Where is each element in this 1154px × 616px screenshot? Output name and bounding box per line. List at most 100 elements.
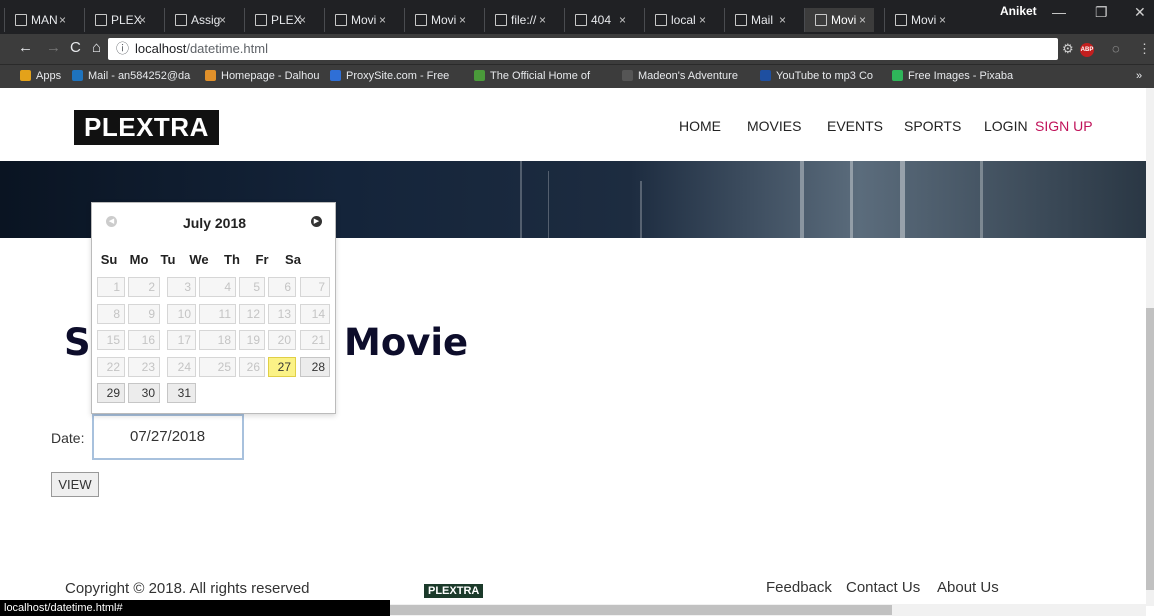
banner-detail [640, 181, 642, 238]
bookmark-proxysite[interactable]: ProxySite.com - Free [330, 70, 449, 82]
banner-detail [900, 161, 905, 238]
weekday-label: Tu [160, 252, 176, 267]
banner-detail [800, 161, 804, 238]
adblock-icon[interactable]: ABP [1080, 43, 1094, 57]
browser-tab[interactable]: MAN × [4, 8, 74, 32]
close-icon[interactable]: × [779, 8, 786, 32]
close-window-icon[interactable]: ✕ [1134, 4, 1146, 21]
datepicker-day: 15 [97, 330, 125, 350]
banner-detail [850, 161, 853, 238]
shield-icon [330, 70, 341, 81]
bookmark-homepage[interactable]: Homepage - Dalhou [205, 70, 319, 82]
bookmark-apps[interactable]: Apps [20, 70, 61, 82]
datepicker-day: 4 [199, 277, 236, 297]
reload-icon[interactable]: C [70, 39, 81, 56]
close-icon[interactable]: × [219, 8, 226, 32]
info-icon[interactable]: ⓘ [116, 41, 129, 56]
page-icon [95, 14, 107, 26]
profile-name[interactable]: Aniket [1000, 4, 1037, 18]
bookmark-mail[interactable]: Mail - an584252@da [72, 70, 190, 82]
datepicker-day: 7 [300, 277, 330, 297]
nav-movies[interactable]: MOVIES [747, 118, 801, 134]
bookmark-star-icon[interactable]: ☆ [1040, 41, 1052, 57]
vertical-scrollbar-thumb[interactable] [1146, 308, 1154, 590]
browser-tab[interactable]: PLEX × [84, 8, 154, 32]
footer-contact-link[interactable]: Contact Us [846, 579, 920, 596]
pixabay-icon [892, 70, 903, 81]
translate-icon[interactable]: ⚙ [1062, 41, 1074, 57]
mail-icon [735, 14, 747, 26]
close-icon[interactable]: × [139, 8, 146, 32]
browser-tab[interactable]: PLEX × [244, 8, 314, 32]
datepicker-day: 20 [268, 330, 296, 350]
close-icon[interactable]: × [619, 8, 626, 32]
close-icon[interactable]: × [859, 8, 866, 32]
nav-home[interactable]: HOME [679, 118, 721, 134]
forward-icon[interactable]: → [46, 39, 61, 56]
bookmarks-overflow-icon[interactable]: » [1136, 70, 1142, 82]
browser-tab[interactable]: Movi × [884, 8, 954, 32]
footer-about-link[interactable]: About Us [937, 579, 999, 596]
next-month-icon[interactable]: ▶ [311, 216, 322, 227]
minimize-icon[interactable]: — [1052, 4, 1066, 20]
datepicker-day: 14 [300, 304, 330, 324]
page-content: PLEXTRA HOME MOVIES EVENTS SPORTS LOGIN … [0, 88, 1146, 598]
datepicker-day: 19 [239, 330, 265, 350]
nav-sports[interactable]: SPORTS [904, 118, 961, 134]
datepicker-day[interactable]: 28 [300, 357, 330, 377]
nav-signup[interactable]: SIGN UP [1035, 118, 1093, 134]
datepicker-day: 9 [128, 304, 160, 324]
close-icon[interactable]: × [379, 8, 386, 32]
page-icon [335, 14, 347, 26]
weekday-label: Sa [285, 252, 301, 267]
browser-tab[interactable]: Assig × [164, 8, 234, 32]
bookmark-pixabay[interactable]: Free Images - Pixaba [892, 70, 1013, 82]
url-host: localhost [135, 41, 187, 56]
datepicker-day[interactable]: 31 [167, 383, 196, 403]
page-icon [415, 14, 427, 26]
datepicker-day-selected[interactable]: 27 [268, 357, 296, 377]
bookmark-youtube-mp3[interactable]: YouTube to mp3 Co [760, 70, 873, 82]
extension-icon[interactable]: ◌ [1112, 41, 1120, 56]
nav-events[interactable]: EVENTS [827, 118, 883, 134]
datepicker-day: 22 [97, 357, 125, 377]
browser-tab[interactable]: file://× [484, 8, 554, 32]
url-input[interactable]: ⓘ localhost/datetime.html [108, 38, 1058, 60]
view-button[interactable]: VIEW [51, 472, 99, 497]
footer-feedback-link[interactable]: Feedback [766, 579, 832, 596]
nav-login[interactable]: LOGIN [984, 118, 1028, 134]
bookmark-official-home[interactable]: The Official Home of [474, 70, 590, 82]
site-icon [622, 70, 633, 81]
bookmark-madeon[interactable]: Madeon's Adventure [622, 70, 738, 82]
browser-tab[interactable]: local × [644, 8, 714, 32]
browser-tab[interactable]: Mail × [724, 8, 794, 32]
restore-icon[interactable]: ❐ [1095, 4, 1108, 21]
horizontal-scrollbar-thumb[interactable] [390, 605, 892, 615]
site-logo[interactable]: PLEXTRA [74, 110, 219, 145]
close-icon[interactable]: × [939, 8, 946, 32]
page-icon [655, 14, 667, 26]
footer-logo[interactable]: PLEXTRA [424, 584, 484, 598]
mail-icon [72, 70, 83, 81]
page-icon [15, 14, 27, 26]
banner-detail [548, 171, 549, 238]
datepicker-day: 25 [199, 357, 236, 377]
close-icon[interactable]: × [59, 8, 66, 32]
datepicker-day[interactable]: 30 [128, 383, 160, 403]
close-icon[interactable]: × [539, 8, 546, 32]
date-input[interactable]: 07/27/2018 [92, 414, 244, 460]
datepicker-day[interactable]: 29 [97, 383, 125, 403]
close-icon[interactable]: × [699, 8, 706, 32]
menu-icon[interactable]: ⋮ [1138, 41, 1151, 57]
home-icon[interactable]: ⌂ [92, 39, 101, 56]
close-icon[interactable]: × [299, 8, 306, 32]
page-heading-start: S [64, 321, 91, 364]
datepicker-day: 26 [239, 357, 265, 377]
close-icon[interactable]: × [459, 8, 466, 32]
status-bar-url: localhost/datetime.html# [0, 600, 390, 616]
back-icon[interactable]: ← [18, 39, 33, 56]
browser-tab-active[interactable]: Movi × [804, 8, 874, 32]
browser-tab[interactable]: Movi × [404, 8, 474, 32]
browser-tab[interactable]: Movi × [324, 8, 394, 32]
browser-tab[interactable]: 404 × [564, 8, 634, 32]
